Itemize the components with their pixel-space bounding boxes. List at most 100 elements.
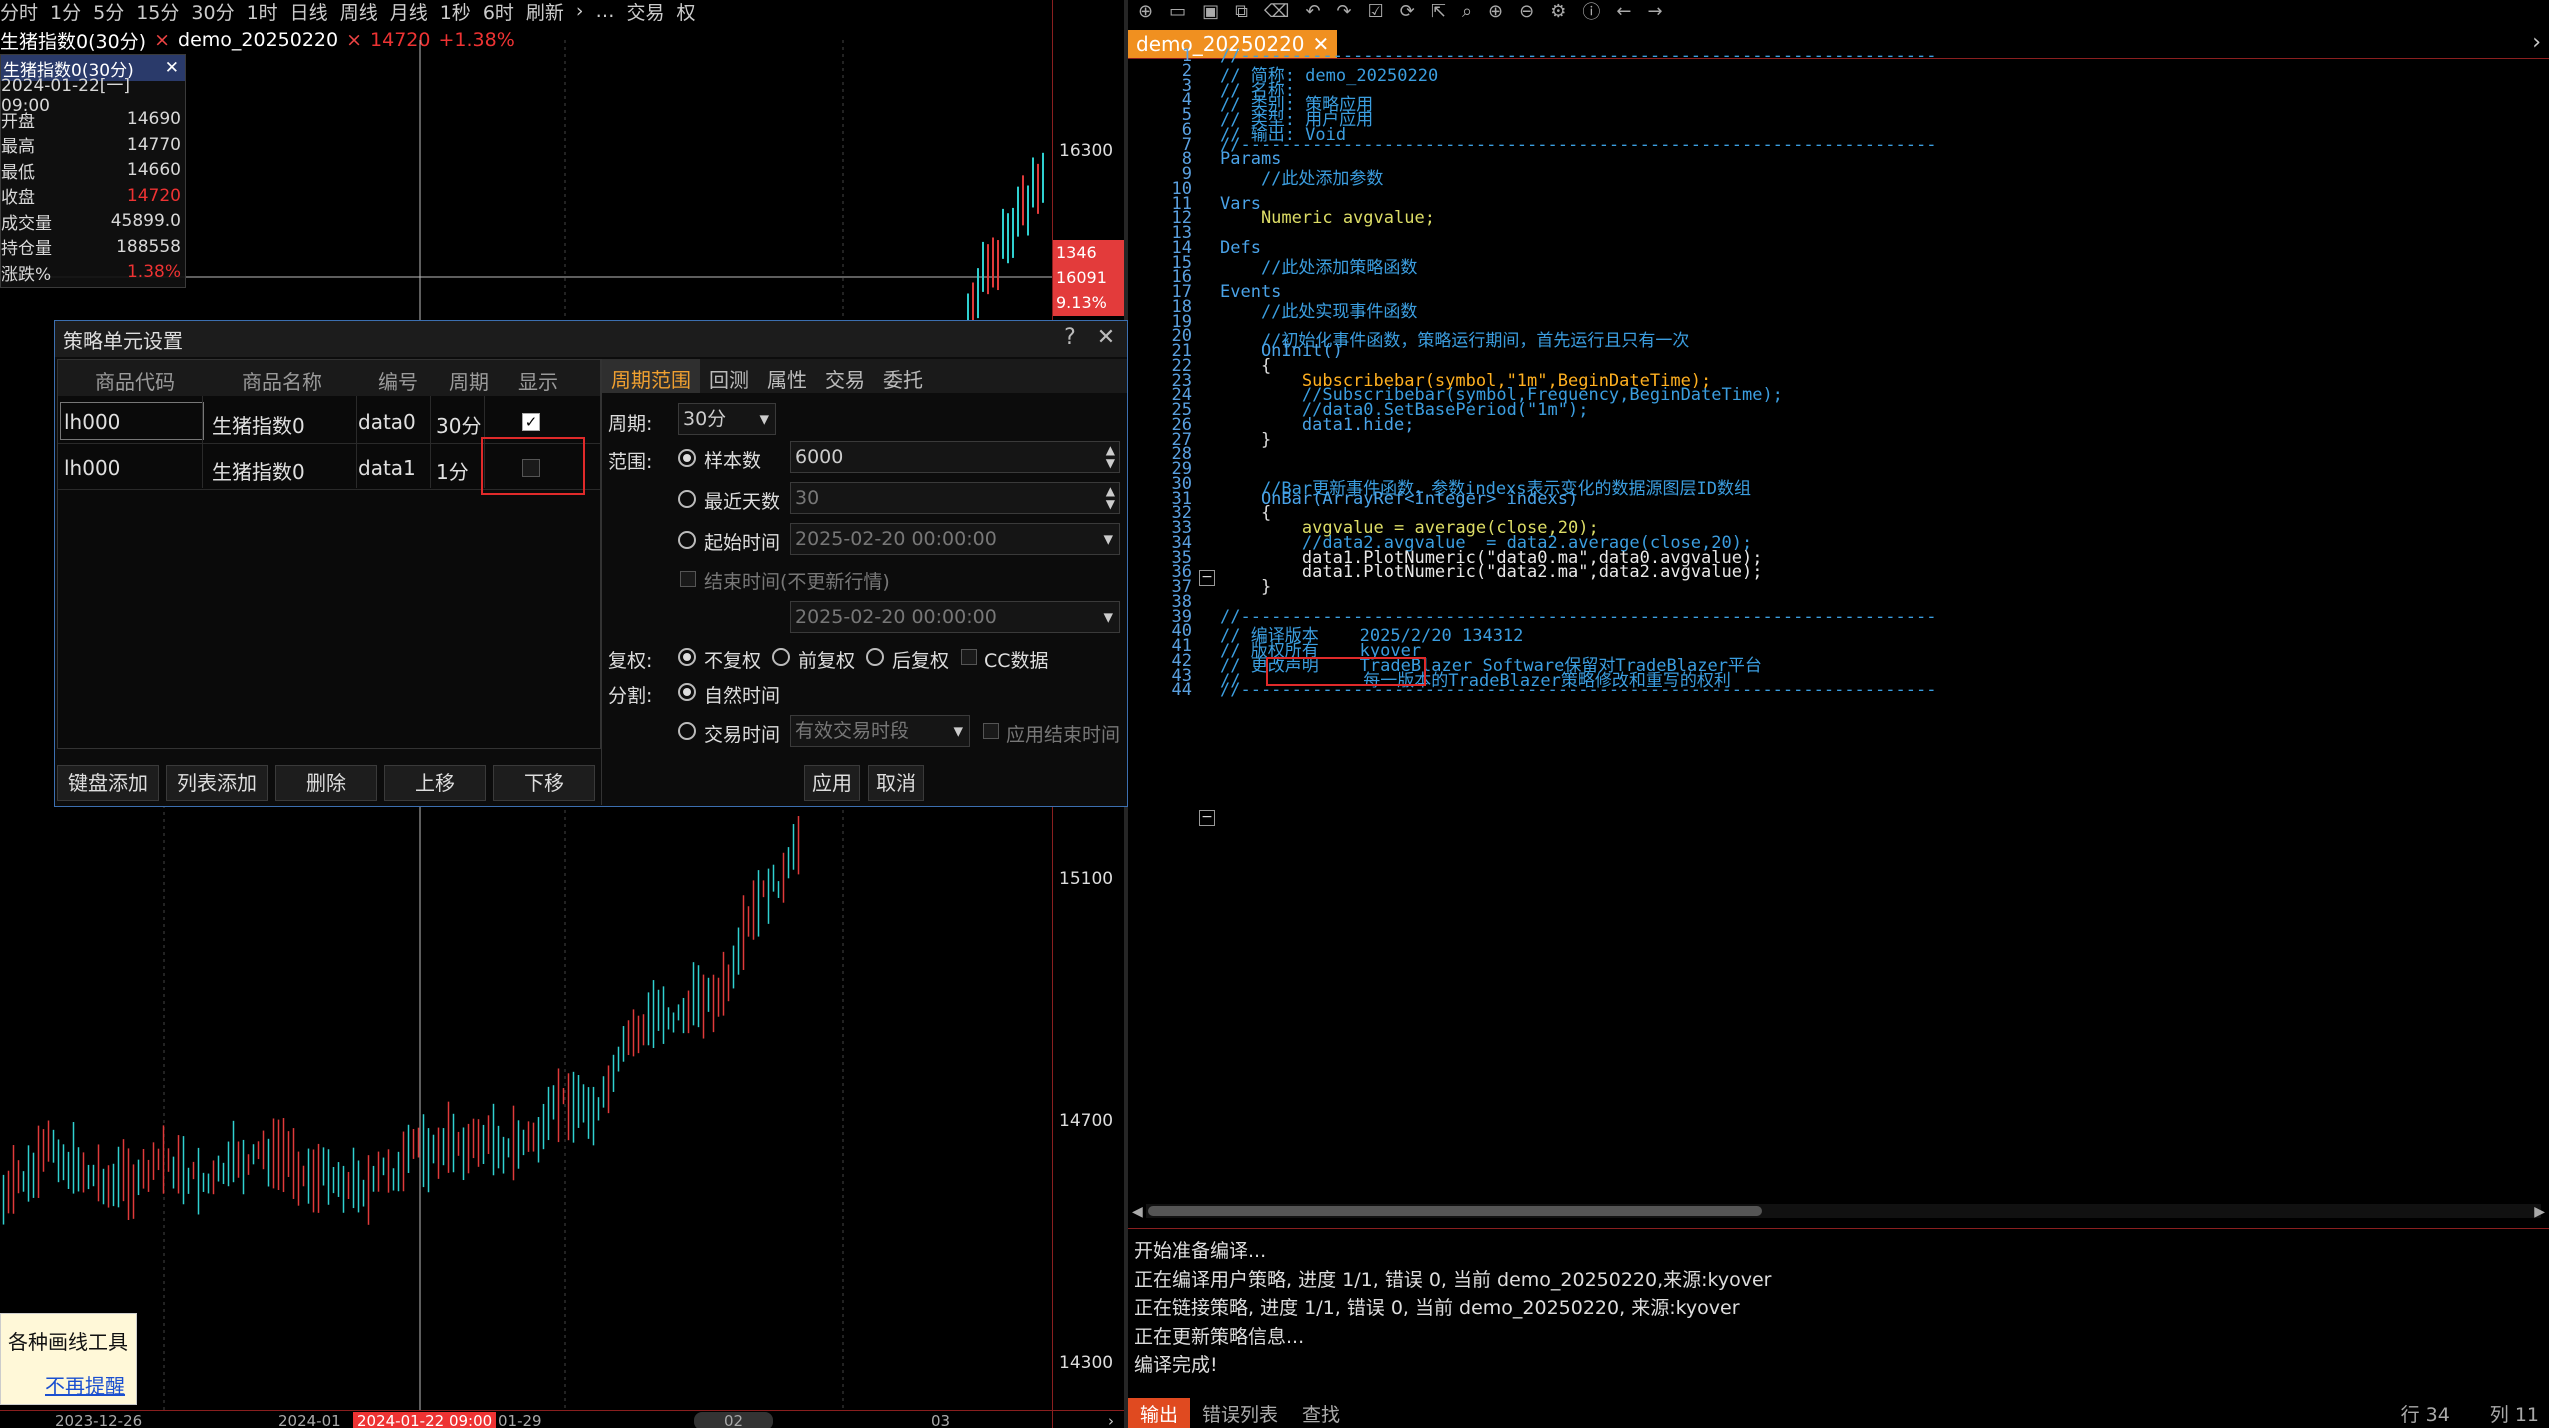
fold-toggle-icon[interactable]: −	[1199, 810, 1215, 826]
zoom-in-icon[interactable]: ⊕	[1488, 1, 1503, 22]
apply-end-checkbox[interactable]	[983, 723, 999, 739]
code-line[interactable]: //此处实现事件函数	[1220, 297, 1417, 322]
end-time-input[interactable]: 2025-02-20 00:00:00 ▾	[790, 601, 1120, 633]
close-icon[interactable]: ✕	[1093, 325, 1119, 351]
delete-button[interactable]: 删除	[275, 765, 377, 801]
output-tabs: 输出 错误列表 查找	[1128, 1397, 2549, 1428]
editor-pane: ⊕ ▭ ▣ ⧉ ⌫ ↶ ↷ ☑ ⟳ ⇱ ⌕ ⊕ ⊖ ⚙ ⓘ ← → demo_2…	[1128, 0, 2549, 1428]
trade-session-select[interactable]: 有效交易时段 ▾	[790, 715, 970, 747]
tab-error-list[interactable]: 错误列表	[1190, 1398, 1290, 1428]
tab-output[interactable]: 输出	[1128, 1397, 1191, 1428]
spinner-icon[interactable]: ▲ ▼	[1106, 485, 1115, 511]
scroll-thumb[interactable]	[1148, 1206, 1762, 1216]
dismiss-tip-link[interactable]: 不再提醒	[45, 1370, 125, 1399]
search-icon[interactable]: ⌕	[1462, 1, 1472, 22]
redo-icon[interactable]: ↷	[1337, 1, 1352, 22]
row-period[interactable]: 1分	[436, 456, 469, 485]
ohlc-value: 14720	[126, 185, 181, 206]
info-icon[interactable]: ⓘ	[1582, 0, 1600, 24]
dialog-titlebar[interactable]: 策略单元设置 ? ✕	[55, 321, 1127, 357]
ohlc-row: 2024-01-22[一] 09:00	[1, 76, 185, 116]
compile-icon[interactable]: ☑	[1368, 1, 1384, 22]
open-file-icon[interactable]: ▭	[1169, 1, 1186, 22]
ohlc-row: 涨跌% 1.38%	[1, 260, 185, 286]
samples-input[interactable]: 6000 ▲ ▼	[790, 441, 1120, 473]
ohlc-label: 最高	[1, 137, 35, 158]
header-code: 商品代码	[95, 370, 175, 394]
period-label: 周期:	[608, 413, 653, 435]
move-down-button[interactable]: 下移	[493, 765, 595, 801]
cc-data-checkbox[interactable]	[961, 649, 977, 665]
samples-radio[interactable]	[678, 449, 696, 467]
back-icon[interactable]: ←	[1616, 1, 1631, 22]
move-up-button[interactable]: 上移	[384, 765, 486, 801]
scroll-right-icon[interactable]: ›	[1108, 1412, 1114, 1428]
range-label: 范围:	[608, 451, 653, 473]
recent-days-radio[interactable]	[678, 490, 696, 508]
run-icon[interactable]: ⟳	[1400, 1, 1415, 22]
start-time-radio[interactable]	[678, 531, 696, 549]
save-icon[interactable]: ▣	[1202, 1, 1219, 22]
tab-order[interactable]: 委托	[874, 359, 932, 393]
end-time-checkbox[interactable]	[680, 571, 696, 587]
tab-properties[interactable]: 属性	[758, 359, 816, 393]
code-line[interactable]: //--------------------------------------…	[1220, 135, 1936, 155]
keyboard-add-button[interactable]: 键盘添加	[57, 765, 159, 801]
period-select[interactable]: 30分 ▾	[678, 403, 776, 435]
back-adjust-radio[interactable]	[866, 648, 884, 666]
delete-icon[interactable]: ⌫	[1264, 1, 1289, 22]
new-file-icon[interactable]: ⊕	[1138, 1, 1153, 22]
scroll-right-icon[interactable]: ▶	[2534, 1204, 2545, 1220]
grid-header: 商品代码 商品名称 编号 周期 显示	[58, 360, 600, 396]
tab-period-range[interactable]: 周期范围	[602, 359, 700, 393]
code-editor[interactable]: 1//-------------------------------------…	[1128, 46, 2549, 1208]
row-id: data0	[358, 410, 416, 434]
chevron-right-icon[interactable]: ›	[2532, 30, 2541, 55]
code-line[interactable]: Numeric avgvalue;	[1220, 208, 1435, 228]
start-time-input[interactable]: 2025-02-20 00:00:00 ▾	[790, 523, 1120, 555]
copy-icon[interactable]: ⧉	[1235, 1, 1248, 22]
scroll-left-icon[interactable]: ◀	[1132, 1204, 1143, 1220]
end-time-label: 结束时间(不更新行情)	[704, 571, 890, 593]
spinner-icon[interactable]: ▲ ▼	[1106, 444, 1115, 470]
horizontal-scrollbar[interactable]	[1146, 1204, 2541, 1218]
output-line: 编译完成!	[1134, 1354, 1218, 1376]
trade-time-radio[interactable]	[678, 722, 696, 740]
code-line[interactable]: data1.PlotNumeric("data2.ma",data2.avgva…	[1220, 562, 1763, 582]
zoom-out-icon[interactable]: ⊖	[1519, 1, 1534, 22]
time-axis[interactable]: 2023-12-26 2024-01 2024-01-22 09:00 01-2…	[0, 1410, 1124, 1428]
row-code[interactable]: lh000	[64, 410, 120, 434]
row-name: 生猪指数0	[212, 414, 305, 438]
gear-icon[interactable]: ⚙	[1550, 1, 1566, 22]
show-checkbox[interactable]: ✓	[522, 413, 540, 431]
recent-days-input[interactable]: 30 ▲ ▼	[790, 482, 1120, 514]
code-line[interactable]: //此处添加参数	[1220, 164, 1383, 189]
code-line[interactable]: //此处添加策略函数	[1220, 253, 1417, 278]
natural-time-radio[interactable]	[678, 683, 696, 701]
samples-value: 6000	[795, 446, 844, 468]
tab-find[interactable]: 查找	[1290, 1398, 1352, 1428]
row-period[interactable]: 30分	[436, 410, 481, 439]
undo-icon[interactable]: ↶	[1305, 1, 1320, 22]
output-line: 正在更新策略信息...	[1134, 1325, 1305, 1348]
row-code[interactable]: lh000	[64, 456, 120, 480]
tab-backtest[interactable]: 回测	[700, 359, 758, 393]
apply-end-label: 应用结束时间	[1006, 724, 1121, 746]
cancel-button[interactable]: 取消	[868, 765, 924, 801]
output-panel[interactable]: 开始准备编译... 正在编译用户策略, 进度 1/1, 错误 0, 当前 demo…	[1128, 1228, 2549, 1396]
code-line[interactable]: }	[1220, 577, 1271, 597]
fold-toggle-icon[interactable]: −	[1199, 570, 1215, 586]
export-icon[interactable]: ⇱	[1431, 1, 1446, 22]
apply-button[interactable]: 应用	[804, 765, 860, 801]
recent-days-value: 30	[795, 487, 820, 509]
price-tag-line: 1346	[1056, 243, 1097, 262]
time-scroll-handle[interactable]: 02	[694, 1412, 774, 1428]
forward-icon[interactable]: →	[1647, 1, 1662, 22]
fwd-adjust-radio[interactable]	[772, 648, 790, 666]
code-line[interactable]: OnBar(ArrayRef<Integer> indexs)	[1220, 489, 1578, 509]
help-icon[interactable]: ?	[1057, 325, 1083, 351]
no-adjust-radio[interactable]	[678, 648, 696, 666]
tab-trade[interactable]: 交易	[816, 359, 874, 393]
code-line[interactable]: }	[1220, 430, 1271, 450]
list-add-button[interactable]: 列表添加	[166, 765, 268, 801]
